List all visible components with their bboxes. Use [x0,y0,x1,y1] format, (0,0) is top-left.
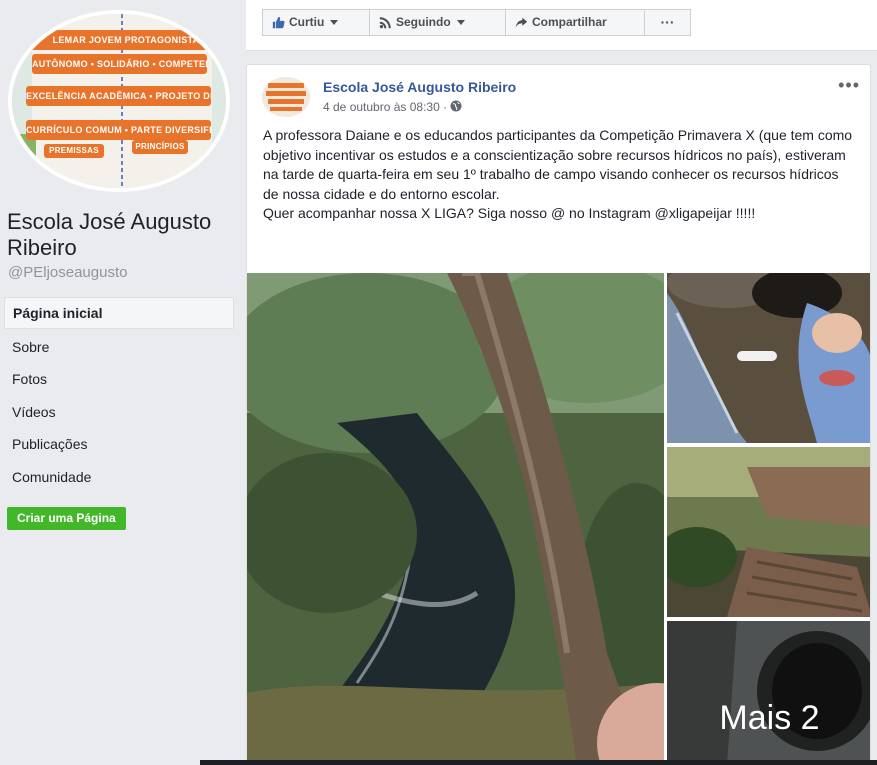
post-timestamp-text: 4 de outubro às 08:30 · [323,100,448,114]
sampling-photo [667,273,870,443]
share-arrow-icon [515,15,532,29]
page-handle[interactable]: @PEljoseaugusto [8,264,127,281]
chevron-down-icon [456,20,465,26]
profile-banner-3: EXCELÊNCIA ACADÊMICA • PROJETO DE VIDA [26,86,211,106]
page-name[interactable]: Escola José Augusto Ribeiro [7,209,237,261]
photo-more-tile[interactable]: Mais 2 [667,621,870,764]
profile-banner-2: AUTÔNOMO • SOLIDÁRIO • COMPETENTE [32,54,207,74]
left-sidebar: LEMAR JOVEM PROTAGONISTA AUTÔNOMO • SOLI… [0,0,246,765]
share-button[interactable]: Compartilhar [505,9,645,36]
page-nav: Página inicial Sobre Fotos Vídeos Public… [4,297,234,494]
nav-item-posts[interactable]: Publicações [4,429,234,459]
nav-item-community[interactable]: Comunidade [4,462,234,492]
profile-banner-5: PREMISSAS [44,144,104,158]
bottom-bar [200,760,877,765]
profile-banner-6: PRINCÍPIOS [132,140,188,154]
photo-stairs[interactable] [667,447,870,617]
post-text-paragraph-2: Quer acompanhar nossa X LIGA? Siga nosso… [263,205,756,221]
page-action-bar: Curtiu Seguindo Compartilhar ··· [246,0,877,51]
post-text: A professora Daiane e os educandos parti… [263,126,853,224]
photo-main-stream[interactable] [247,273,664,764]
rss-icon [379,15,396,29]
nav-item-about[interactable]: Sobre [4,332,234,362]
more-photos-overlay[interactable]: Mais 2 [667,621,870,764]
stairs-photo [667,447,870,617]
post-options-icon[interactable]: ••• [838,75,860,96]
post-text-paragraph-1: A professora Daiane e os educandos parti… [263,127,853,202]
post-timestamp[interactable]: 4 de outubro às 08:30 · [323,100,462,114]
profile-picture[interactable]: LEMAR JOVEM PROTAGONISTA AUTÔNOMO • SOLI… [8,10,230,192]
post-card: Escola José Augusto Ribeiro 4 de outubro… [246,64,871,765]
nav-item-photos[interactable]: Fotos [4,364,234,394]
like-label: Curtiu [289,15,325,29]
thumbs-up-icon [272,15,289,29]
author-avatar[interactable] [262,77,310,117]
following-label: Seguindo [396,15,451,29]
share-label: Compartilhar [532,15,607,29]
profile-banner-1: LEMAR JOVEM PROTAGONISTA [26,30,226,50]
chevron-down-icon [330,20,339,26]
photo-student-sampling[interactable] [667,273,870,443]
nav-item-home[interactable]: Página inicial [4,297,234,329]
create-page-button[interactable]: Criar uma Página [7,507,126,530]
more-options-button[interactable]: ··· [644,9,691,36]
nav-item-videos[interactable]: Vídeos [4,397,234,427]
globe-icon [450,100,462,114]
like-button[interactable]: Curtiu [262,9,370,36]
post-author-link[interactable]: Escola José Augusto Ribeiro [323,79,516,95]
photo-grid: Mais 2 [247,273,870,764]
following-button[interactable]: Seguindo [369,9,506,36]
avatar-poster-image [262,77,310,117]
profile-banner-4: CURRÍCULO COMUM • PARTE DIVERSIFICADA [26,120,211,140]
stream-photo [247,273,664,764]
